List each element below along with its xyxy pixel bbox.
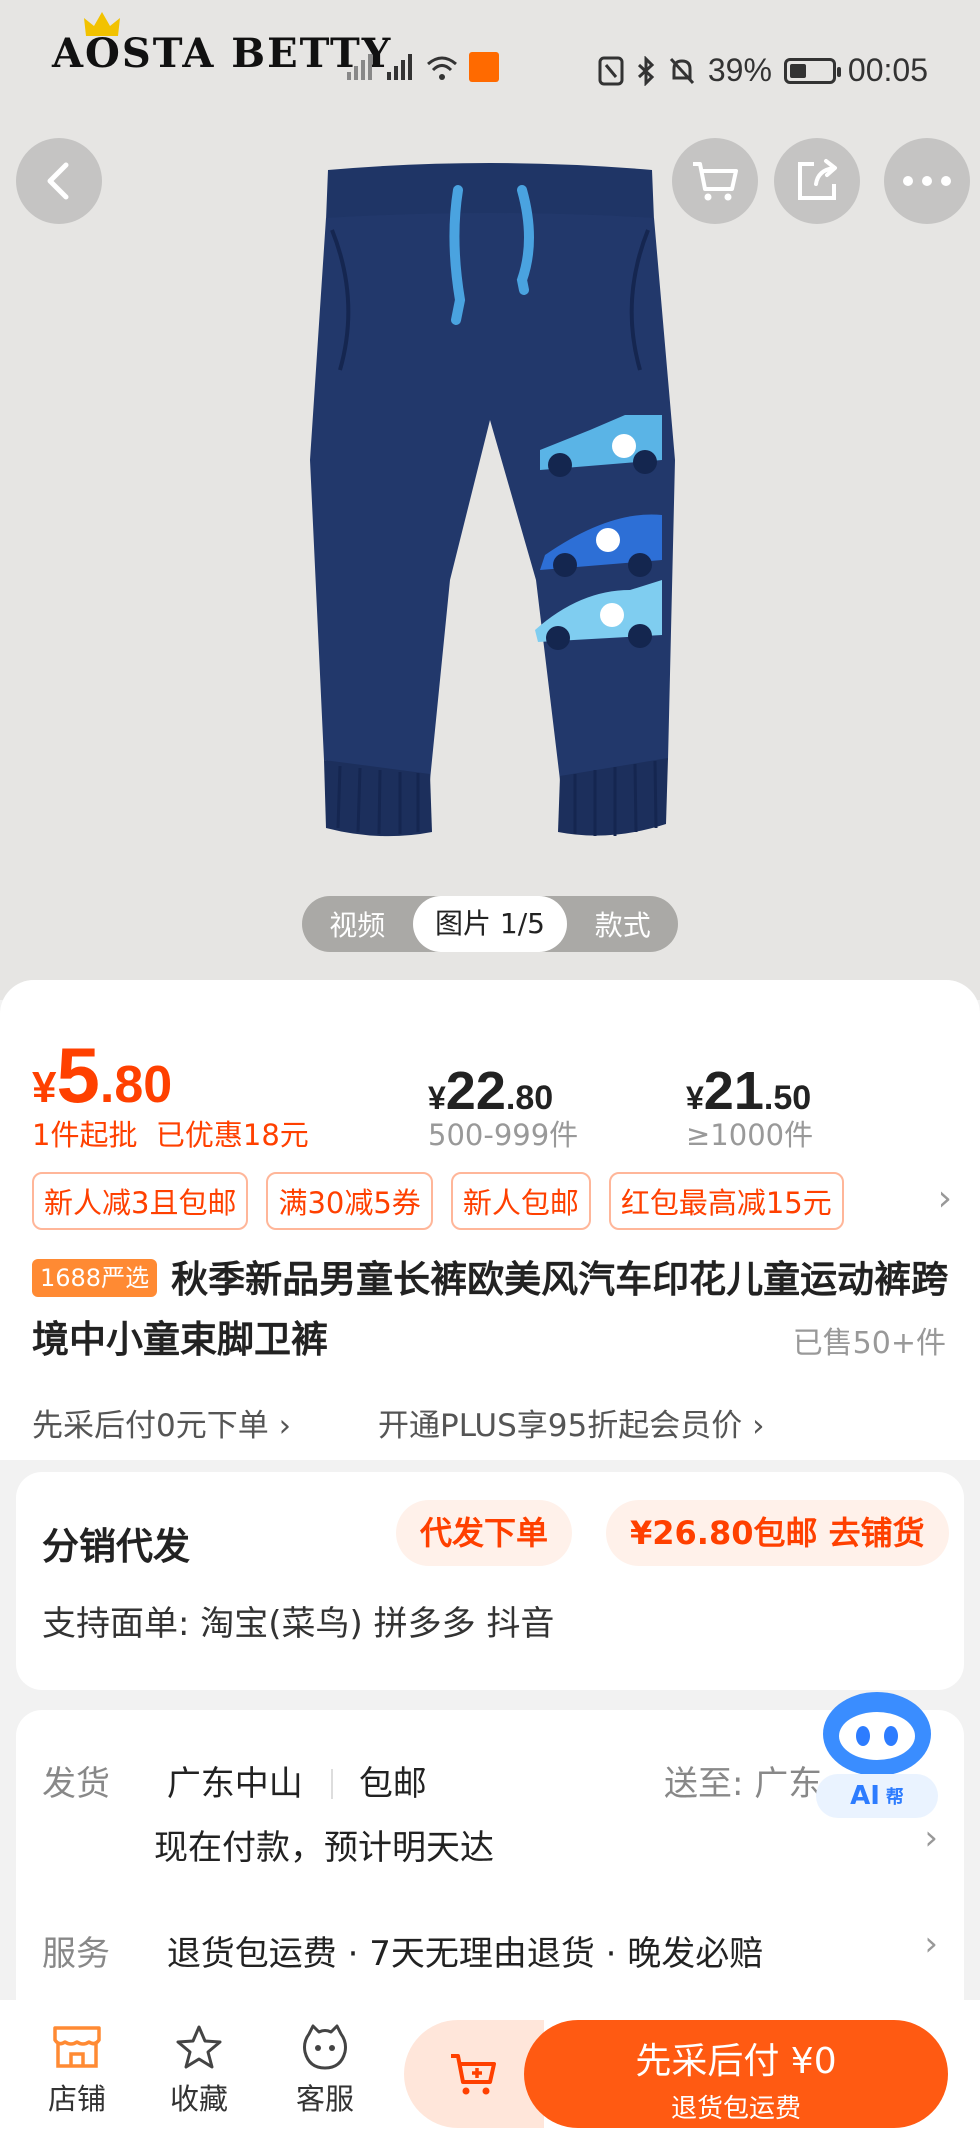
origin-city: 广东中山 [166,1764,303,1804]
coupon-list: 新人减3且包邮 满30减5券 新人包邮 红包最高减15元 [32,1172,844,1230]
cart-icon [693,162,738,201]
coupon-tag[interactable]: 新人包邮 [450,1172,591,1230]
tab-style[interactable]: 款式 [567,904,678,944]
share-button[interactable] [774,138,860,224]
buy-main-label: 先采后付 ¥0 [635,2041,837,2082]
chevron-right-icon: › [278,1408,291,1444]
more-button[interactable] [884,138,970,224]
signal-icon [347,54,372,80]
bottom-action-bar: 店铺 收藏 客服 先采后付 ¥0 退货包运费 [0,2000,980,2156]
store-button[interactable]: 店铺 [32,2024,122,2118]
buy-sub-label: 退货包运费 [670,2094,801,2124]
discount-text: 已优惠18元 [155,1118,309,1152]
sold-count: 已售50+件 [792,1326,946,1361]
brand-watermark: AOSTA BETTY [52,30,393,77]
ai-assistant-icon[interactable] [818,1688,936,1784]
customer-service-button[interactable]: 客服 [280,2024,370,2118]
distribution-title: 分销代发 [42,1525,190,1568]
service-chevron-icon[interactable]: › [924,1924,938,1964]
wifi-icon [427,56,457,80]
product-photo [310,163,675,837]
add-cart-icon [451,2054,496,2095]
ai-assistant-tag[interactable]: AI 帮 [816,1774,938,1818]
shipping-row: 发货 广东中山 包邮 [42,1756,427,1805]
nfc-icon [598,56,624,85]
service-row: 服务 退货包运费 · 7天无理由退货 · 晚发必赔 [42,1926,763,1975]
service-label: 客服 [295,2082,354,2116]
product-image-area[interactable]: AOSTA BETTY 39% 00:05 视频 图片 1/5 款式 [0,0,980,1000]
store-icon [53,2026,101,2068]
pay-later-link[interactable]: 先采后付0元下单 › [32,1400,291,1445]
price-decimal: .80 [99,1056,173,1114]
eta-text: 现在付款，预计明天达 [154,1828,494,1868]
pay-later-buy-button[interactable]: 先采后付 ¥0 退货包运费 [524,2020,948,2128]
app-notification-icon [469,52,499,82]
favorite-button[interactable]: 收藏 [154,2024,244,2118]
coupon-more-chevron-icon[interactable]: › [938,1178,952,1219]
tab-image[interactable]: 图片 1/5 [412,896,568,952]
signal-icons [345,52,499,82]
store-label: 店铺 [47,2082,106,2116]
share-icon [798,159,837,200]
more-icon [903,176,951,186]
media-tabs: 视频 图片 1/5 款式 [302,896,678,952]
bluetooth-icon [637,55,655,86]
plus-membership-link[interactable]: 开通PLUS享95折起会员价 › [378,1400,765,1445]
supported-waybills: 支持面单: 淘宝(菜鸟) 拼多多 抖音 [42,1604,555,1644]
deliver-to[interactable]: 送至: 广东 [664,1756,822,1805]
status-right: 39% 00:05 [598,52,928,89]
status-bar: AOSTA BETTY 39% 00:05 [0,0,980,130]
distribution-card: 分销代发 代发下单 ¥26.80包邮 去铺货 支持面单: 淘宝(菜鸟) 拼多多 … [16,1472,964,1690]
main-price: ¥5.80 [32,1030,172,1121]
tab-video[interactable]: 视频 [302,904,413,944]
service-label: 服务 [42,1934,110,1974]
chevron-right-icon: › [752,1408,765,1444]
shipping-chevron-icon[interactable]: › [924,1818,938,1858]
pay-later-label: 先采后付0元下单 [32,1408,269,1444]
chevron-left-icon [47,162,69,200]
back-button[interactable] [16,138,102,224]
mute-bell-icon [669,57,694,84]
product-info-sheet: ¥5.80 1件起批 已优惠18元 ¥22.80 500-999件 ¥21.50… [0,980,980,2030]
battery-icon [783,57,841,84]
tier-currency: ¥ [428,1080,446,1116]
eta-row: 现在付款，预计明天达 [154,1820,494,1869]
free-shipping: 包邮 [358,1764,427,1804]
coupon-tag[interactable]: 红包最高减15元 [608,1172,844,1230]
yanxuan-badge: 1688严选 [32,1259,158,1297]
service-list: 退货包运费 · 7天无理由退货 · 晚发必赔 [166,1934,764,1974]
plus-label: 开通PLUS享95折起会员价 [378,1408,743,1444]
coupon-tag[interactable]: 满30减5券 [266,1172,433,1230]
star-icon [176,2025,222,2069]
coupon-tag[interactable]: 新人减3且包邮 [32,1172,249,1230]
add-to-cart-button[interactable] [404,2020,544,2128]
ai-sub: 帮 [885,1787,904,1808]
min-order: 1件起批 [32,1118,138,1152]
battery-percent: 39% [707,52,772,88]
price-conditions: 1件起批 已优惠18元 [32,1112,309,1154]
ai-label: AI [850,1781,880,1811]
tier-qty-1: 500-999件 [428,1118,579,1152]
tier-qty-2: ≥1000件 [686,1118,814,1152]
dropship-order-button[interactable]: 代发下单 [396,1500,573,1566]
signal-icon-2 [387,54,412,80]
clock: 00:05 [847,52,928,88]
favorite-label: 收藏 [169,2082,228,2116]
price-integer: 5 [56,1031,100,1119]
price-currency: ¥ [32,1063,57,1112]
deliver-to-value: 广东 [754,1764,823,1804]
price-and-title-section: ¥5.80 1件起批 已优惠18元 ¥22.80 500-999件 ¥21.50… [0,980,980,1460]
divider [330,1769,333,1799]
service-face-icon [303,2024,347,2070]
deliver-to-label: 送至: [664,1764,744,1804]
list-to-shop-button[interactable]: ¥26.80包邮 去铺货 [606,1500,949,1566]
tier-currency: ¥ [686,1080,704,1116]
shipping-label: 发货 [42,1764,110,1804]
